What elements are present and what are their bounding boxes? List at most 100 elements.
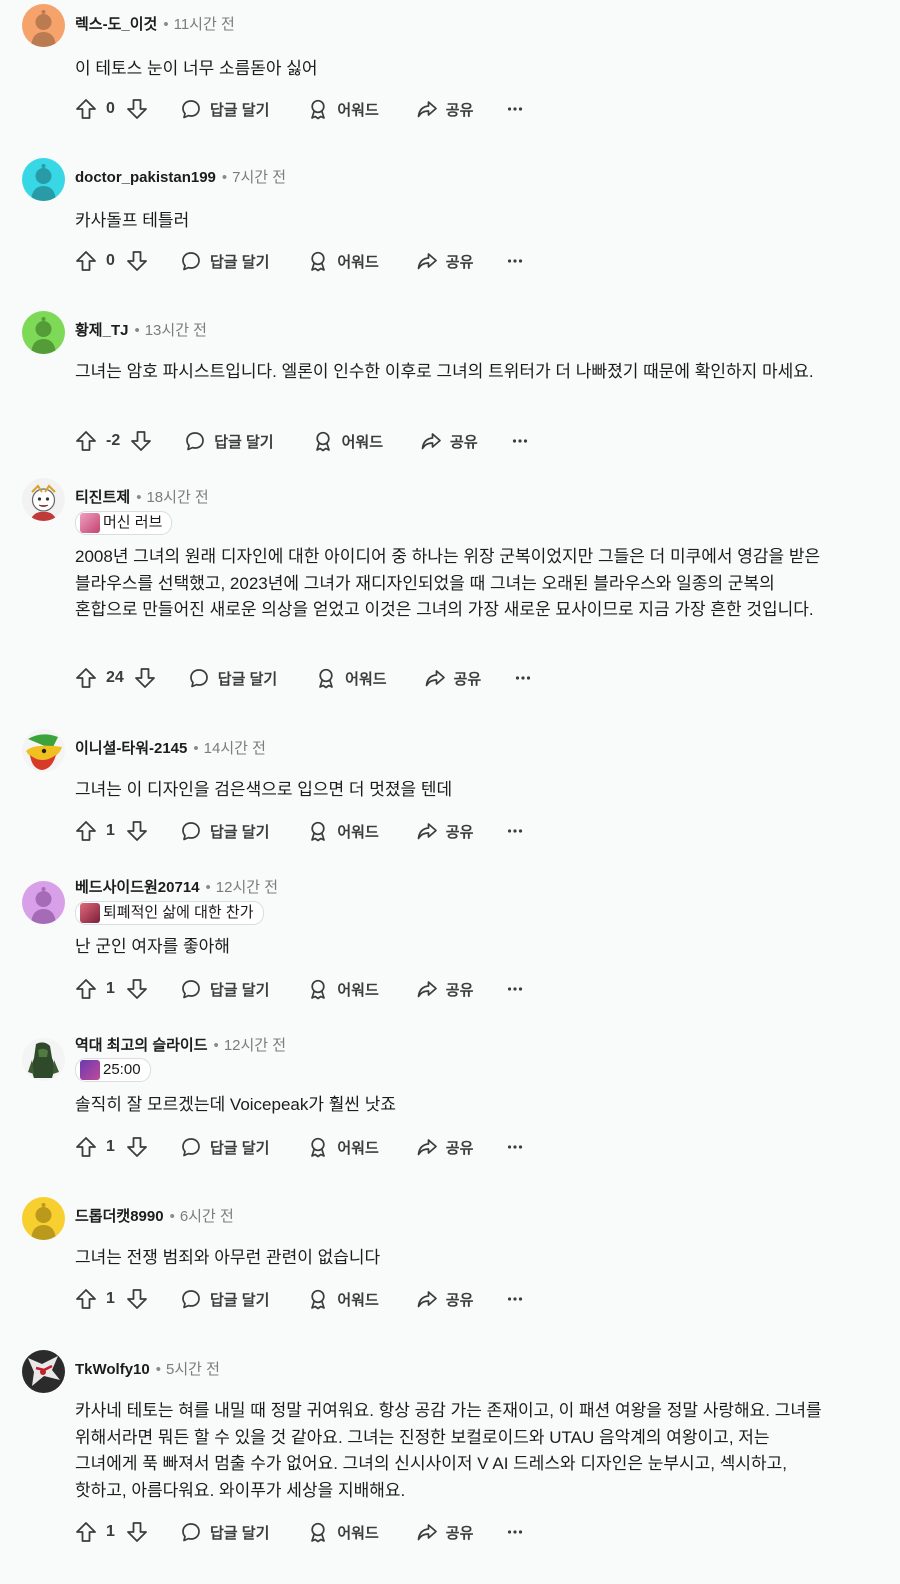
avatar[interactable]	[22, 4, 65, 47]
username[interactable]: doctor_pakistan199	[75, 169, 216, 186]
upvote-button[interactable]	[75, 98, 97, 120]
username[interactable]: 베드사이드원20714	[75, 879, 200, 896]
username[interactable]: 렉스-도_이것	[75, 16, 157, 33]
downvote-button[interactable]	[126, 1521, 148, 1543]
character-avatar-icon	[22, 1350, 65, 1393]
action-bar: 1 답글 달기 어워드 공유	[75, 1286, 523, 1312]
upvote-button[interactable]	[75, 250, 97, 272]
avatar[interactable]	[22, 158, 65, 201]
more-options-button[interactable]	[512, 430, 528, 452]
share-button[interactable]: 공유	[416, 1288, 473, 1310]
downvote-button[interactable]	[126, 978, 148, 1000]
comment-bubble-icon	[182, 252, 200, 271]
share-button[interactable]: 공유	[416, 1136, 473, 1158]
username[interactable]: 이니셜-타워-2145	[75, 740, 187, 757]
upvote-button[interactable]	[75, 1288, 97, 1310]
award-button[interactable]: 어워드	[307, 250, 379, 272]
more-options-button[interactable]	[507, 1288, 523, 1310]
username[interactable]: 드롭더캣8990	[75, 1208, 164, 1225]
more-options-button[interactable]	[507, 820, 523, 842]
share-button[interactable]: 공유	[416, 820, 473, 842]
username[interactable]: 티진트제	[75, 489, 130, 506]
share-icon	[417, 823, 437, 840]
reply-button[interactable]: 답글 달기	[180, 250, 269, 272]
avatar[interactable]	[22, 311, 65, 354]
timestamp[interactable]: 12시간 전	[224, 1037, 286, 1054]
more-options-button[interactable]	[507, 250, 523, 272]
vote-score: -2	[106, 432, 121, 449]
more-dots-icon	[512, 439, 527, 443]
snoo-avatar-icon	[22, 311, 65, 354]
timestamp[interactable]: 11시간 전	[174, 16, 235, 33]
timestamp[interactable]: 12시간 전	[216, 879, 278, 896]
more-options-button[interactable]	[515, 667, 531, 689]
downvote-button[interactable]	[126, 250, 148, 272]
downvote-button[interactable]	[126, 1136, 148, 1158]
award-button[interactable]: 어워드	[307, 1288, 379, 1310]
upvote-button[interactable]	[75, 1521, 97, 1543]
more-options-button[interactable]	[507, 978, 523, 1000]
award-button[interactable]: 어워드	[315, 667, 387, 689]
action-bar: 24 답글 달기 어워드 공유	[75, 665, 531, 691]
reply-button[interactable]: 답글 달기	[180, 820, 269, 842]
share-button[interactable]: 공유	[416, 98, 473, 120]
username[interactable]: 역대 최고의 슬라이드	[75, 1037, 208, 1054]
reply-button[interactable]: 답글 달기	[180, 978, 269, 1000]
timestamp[interactable]: 5시간 전	[166, 1361, 220, 1378]
timestamp[interactable]: 13시간 전	[145, 322, 207, 339]
more-options-button[interactable]	[507, 1136, 523, 1158]
downvote-button[interactable]	[126, 1288, 148, 1310]
more-options-button[interactable]	[507, 98, 523, 120]
downvote-icon	[127, 1522, 147, 1542]
comment-bubble-icon	[182, 1523, 200, 1542]
downvote-button[interactable]	[134, 667, 156, 689]
avatar[interactable]	[22, 478, 65, 521]
award-button[interactable]: 어워드	[307, 978, 379, 1000]
downvote-button[interactable]	[126, 820, 148, 842]
username[interactable]: TkWolfy10	[75, 1361, 150, 1378]
timestamp[interactable]: 14시간 전	[204, 740, 266, 757]
downvote-button[interactable]	[130, 430, 152, 452]
separator-dot: •	[213, 1037, 219, 1054]
reply-button[interactable]: 답글 달기	[184, 430, 274, 452]
downvote-button[interactable]	[126, 98, 148, 120]
share-button[interactable]: 공유	[424, 667, 481, 689]
username[interactable]: 황제_TJ	[75, 322, 128, 339]
comment-feed: 렉스-도_이것 • 11시간 전 이 테토스 눈이 너무 소름돋아 싫어 0 답글 …	[0, 0, 900, 1584]
award-button[interactable]: 어워드	[307, 820, 379, 842]
upvote-button[interactable]	[75, 820, 97, 842]
share-label: 공유	[450, 433, 478, 451]
reply-button[interactable]: 답글 달기	[180, 1288, 269, 1310]
avatar[interactable]	[22, 1197, 65, 1240]
award-label: 어워드	[345, 670, 387, 688]
upvote-button[interactable]	[75, 978, 97, 1000]
user-flair: 퇴폐적인 삶에 대한 찬가	[75, 901, 264, 925]
avatar[interactable]	[22, 729, 65, 772]
timestamp[interactable]: 6시간 전	[180, 1208, 234, 1225]
share-button[interactable]: 공유	[416, 1521, 473, 1543]
share-button[interactable]: 공유	[416, 250, 473, 272]
reply-button[interactable]: 답글 달기	[180, 1136, 269, 1158]
action-bar: 1 답글 달기 어워드 공유	[75, 818, 523, 844]
award-button[interactable]: 어워드	[307, 1521, 379, 1543]
award-button[interactable]: 어워드	[307, 1136, 379, 1158]
award-button[interactable]: 어워드	[312, 430, 383, 452]
reply-button[interactable]: 답글 달기	[188, 667, 277, 689]
reply-button[interactable]: 답글 달기	[180, 98, 269, 120]
more-dots-icon	[508, 829, 523, 833]
share-button[interactable]: 공유	[416, 978, 473, 1000]
avatar[interactable]	[22, 1038, 65, 1081]
share-button[interactable]: 공유	[420, 430, 478, 452]
upvote-button[interactable]	[75, 1136, 97, 1158]
timestamp[interactable]: 18시간 전	[146, 489, 208, 506]
more-options-button[interactable]	[507, 1521, 523, 1543]
timestamp[interactable]: 7시간 전	[232, 169, 286, 186]
avatar[interactable]	[22, 881, 65, 924]
upvote-button[interactable]	[75, 430, 97, 452]
award-button[interactable]: 어워드	[307, 98, 379, 120]
avatar[interactable]	[22, 1350, 65, 1393]
reply-button[interactable]: 답글 달기	[180, 1521, 269, 1543]
award-icon	[319, 668, 334, 689]
upvote-button[interactable]	[75, 667, 97, 689]
reply-label: 답글 달기	[210, 981, 270, 999]
